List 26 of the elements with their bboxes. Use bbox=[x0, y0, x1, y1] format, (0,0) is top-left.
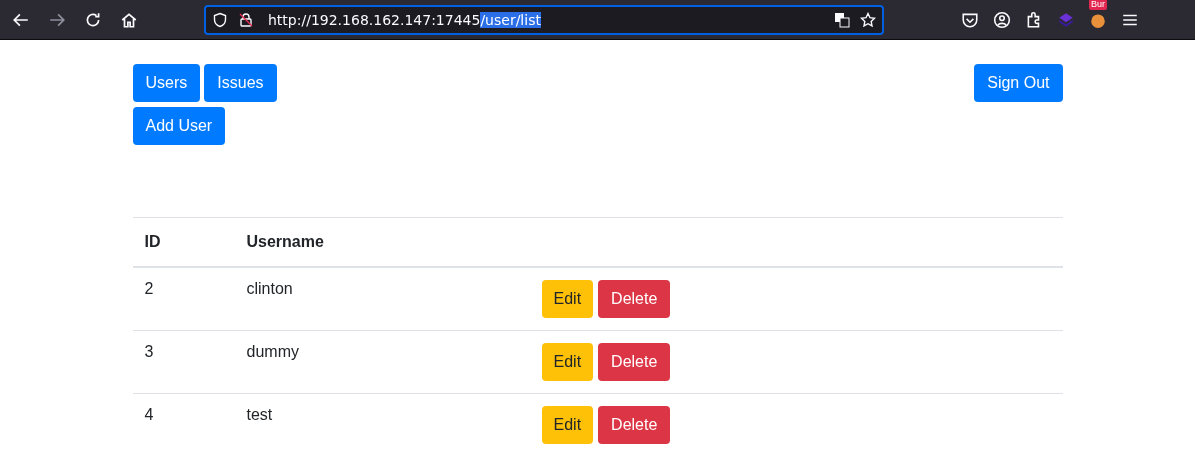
delete-button[interactable]: Delete bbox=[598, 279, 671, 318]
add-user-button[interactable]: Add User bbox=[132, 107, 226, 145]
id-cell: 4 bbox=[144, 405, 154, 424]
username-cell: clinton bbox=[246, 279, 293, 298]
shield-icon bbox=[212, 11, 228, 28]
delete-button[interactable]: Delete bbox=[598, 405, 671, 444]
edit-button[interactable]: Edit bbox=[541, 279, 594, 318]
edit-button[interactable]: Edit bbox=[541, 405, 594, 444]
extension-badge: Bur bbox=[1089, 0, 1107, 10]
username-cell: test bbox=[246, 405, 273, 424]
reload-icon[interactable] bbox=[84, 10, 102, 29]
username-cell: dummy bbox=[246, 342, 299, 361]
account-icon[interactable] bbox=[993, 10, 1011, 29]
sign-out-button[interactable]: Sign Out bbox=[974, 64, 1063, 102]
id-cell: 3 bbox=[144, 342, 154, 361]
edit-button[interactable]: Edit bbox=[541, 342, 594, 381]
id-cell: 2 bbox=[144, 279, 154, 298]
insecure-lock-icon bbox=[238, 11, 254, 28]
nav-button[interactable]: Users bbox=[132, 64, 201, 102]
column-header: Username bbox=[246, 232, 324, 251]
star-icon[interactable] bbox=[860, 11, 876, 28]
selected-url-text: /user/list bbox=[480, 11, 541, 28]
column-header: ID bbox=[144, 232, 161, 251]
delete-button[interactable]: Delete bbox=[598, 342, 671, 381]
nav-button[interactable]: Issues bbox=[204, 64, 277, 102]
translate-icon[interactable] bbox=[834, 11, 850, 28]
